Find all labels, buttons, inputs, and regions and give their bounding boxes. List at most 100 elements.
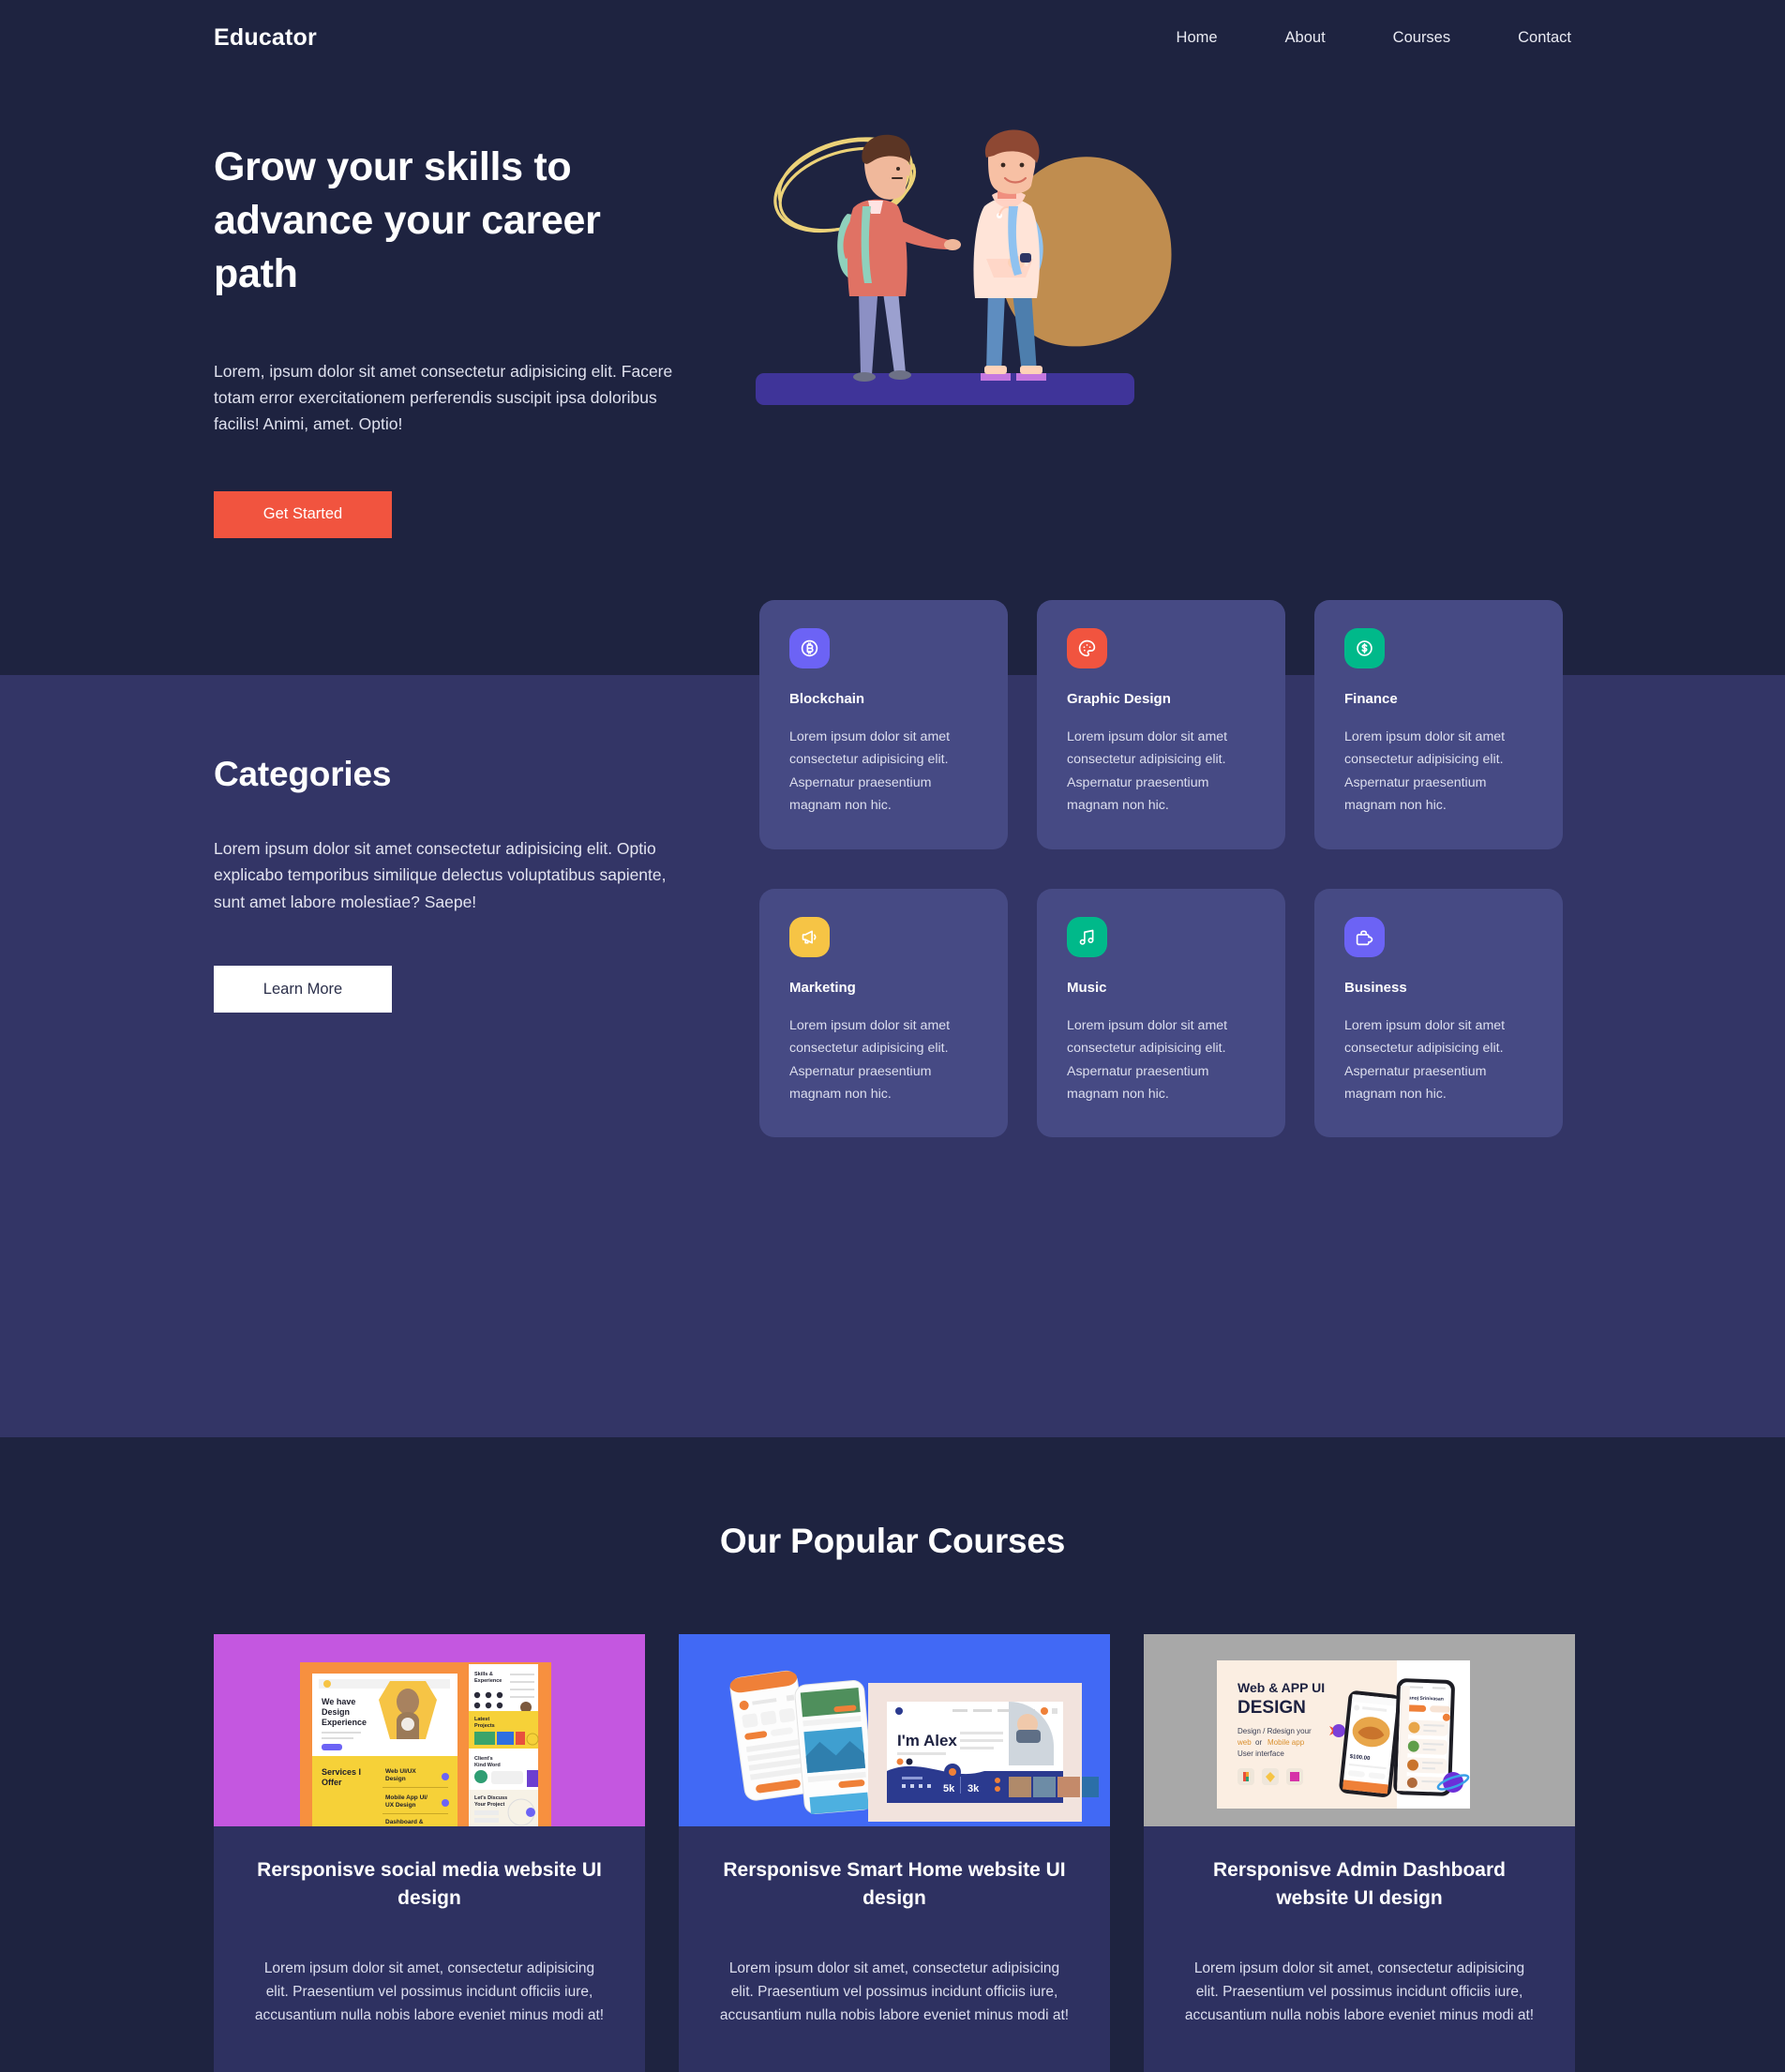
svg-text:Experience: Experience (474, 1678, 502, 1684)
mockup-sub1: Design / Rdesign your (1238, 1727, 1312, 1735)
brand-logo[interactable]: Educator (214, 24, 317, 52)
student-right (973, 129, 1046, 381)
category-title-1: Graphic Design (1067, 691, 1171, 707)
course-desc-0: Lorem ipsum dolor sit amet, consectetur … (254, 1959, 605, 2024)
mockup-panel3: Client's (474, 1756, 493, 1762)
category-card-business[interactable]: Business Lorem ipsum dolor sit amet cons… (1314, 888, 1563, 1138)
bitcoin-icon (801, 639, 818, 657)
admin-dashboard-thumb-art: Web & APP UI DESIGN Design / Rdesign you… (1217, 1660, 1470, 1809)
mockup-line1: Web & APP UI (1238, 1680, 1325, 1695)
popular-courses-section: Our Popular Courses We have Design Exper… (0, 1437, 1785, 2072)
course-title-0: Rersponisve social media website UI desi… (257, 1859, 602, 1910)
nav-item-courses[interactable]: Courses (1393, 29, 1450, 47)
category-desc-4: Lorem ipsum dolor sit amet consectetur a… (1067, 1017, 1228, 1102)
mockup-stat-1: 5k (943, 1783, 955, 1794)
admin-dashboard-ui-mockup: Web & APP UI DESIGN Design / Rdesign you… (1144, 1634, 1575, 1827)
mockup-panel4: Let's Discuss (474, 1795, 507, 1801)
hero-text-column: Grow your skills to advance your career … (214, 141, 739, 538)
mockup-panel1: Skills & (474, 1672, 493, 1677)
mockup-panel2: Latest (474, 1717, 489, 1722)
hero-heading: Grow your skills to advance your career … (214, 144, 601, 297)
megaphone-icon (802, 930, 817, 944)
nav-item-contact[interactable]: Contact (1518, 29, 1571, 47)
category-desc-2: Lorem ipsum dolor sit amet consectetur a… (1344, 729, 1506, 814)
category-icon-wrap-4 (1067, 916, 1107, 957)
course-title-1: Rersponisve Smart Home website UI design (723, 1859, 1066, 1910)
music-note-icon (1079, 929, 1094, 945)
nav-links: Home About Courses Contact (1177, 29, 1571, 47)
mockup-item2: Mobile App UI/ (385, 1794, 428, 1801)
svg-text:Projects: Projects (474, 1723, 495, 1729)
course-card-social-media[interactable]: We have Design Experience Services I Off… (214, 1634, 645, 2072)
courses-grid: We have Design Experience Services I Off… (0, 1634, 1785, 2072)
category-icon-wrap-3 (789, 916, 830, 957)
hero-paragraph: Lorem, ipsum dolor sit amet consectetur … (214, 361, 673, 434)
svg-text:UX Design: UX Design (385, 1802, 416, 1809)
top-navbar: Educator Home About Courses Contact (0, 0, 1785, 52)
svg-text:Offer: Offer (322, 1778, 342, 1787)
svg-text:or: or (1255, 1738, 1262, 1747)
category-title-2: Finance (1344, 691, 1398, 707)
category-icon-wrap-5 (1344, 916, 1385, 957)
category-icon-wrap-1 (1067, 628, 1107, 668)
categories-inner: Categories Lorem ipsum dolor sit amet co… (0, 600, 1785, 1138)
svg-text:Kind Word: Kind Word (474, 1763, 501, 1768)
courses-heading: Our Popular Courses (719, 1522, 1066, 1561)
category-desc-0: Lorem ipsum dolor sit amet consectetur a… (789, 729, 951, 814)
categories-section: Categories Lorem ipsum dolor sit amet co… (0, 600, 1785, 1438)
mockup-item3: Dashboard & (385, 1819, 424, 1825)
category-card-blockchain[interactable]: Blockchain Lorem ipsum dolor sit amet co… (759, 600, 1008, 849)
nav-item-about[interactable]: About (1285, 29, 1326, 47)
category-card-graphic-design[interactable]: Graphic Design Lorem ipsum dolor sit ame… (1037, 600, 1285, 849)
course-desc-1: Lorem ipsum dolor sit amet, consectetur … (719, 1959, 1070, 2024)
social-media-thumb-art: We have Design Experience Services I Off… (300, 1662, 551, 1827)
nav-item-home[interactable]: Home (1177, 29, 1218, 47)
category-title-0: Blockchain (789, 691, 865, 707)
briefcase-icon (1356, 930, 1373, 945)
svg-text:Design: Design (385, 1776, 406, 1782)
mockup-line2: DESIGN (1238, 1698, 1306, 1718)
category-title-5: Business (1344, 979, 1407, 996)
hero-illustration-column (739, 129, 1571, 469)
categories-paragraph: Lorem ipsum dolor sit amet consectetur a… (214, 839, 667, 911)
mockup-line1: We have (322, 1697, 355, 1706)
category-icon-wrap-0 (789, 628, 830, 668)
mockup-hero-text: I'm Alex (897, 1732, 957, 1749)
category-desc-3: Lorem ipsum dolor sit amet consectetur a… (789, 1017, 951, 1102)
mockup-services: Services I (322, 1767, 361, 1777)
smart-home-thumb-art: I'm Alex 5k 3k (729, 1670, 1099, 1823)
student-left (837, 134, 961, 382)
course-card-admin-dashboard[interactable]: Web & APP UI DESIGN Design / Rdesign you… (1144, 1634, 1575, 2072)
category-card-finance[interactable]: Finance Lorem ipsum dolor sit amet conse… (1314, 600, 1563, 849)
category-card-music[interactable]: Music Lorem ipsum dolor sit amet consect… (1037, 888, 1285, 1138)
category-title-4: Music (1067, 979, 1107, 996)
mockup-stat-2: 3k (968, 1783, 980, 1794)
categories-heading: Categories (214, 755, 392, 793)
learn-more-button[interactable]: Learn More (214, 966, 392, 1013)
category-card-marketing[interactable]: Marketing Lorem ipsum dolor sit amet con… (759, 888, 1008, 1138)
category-icon-wrap-2 (1344, 628, 1385, 668)
get-started-button[interactable]: Get Started (214, 490, 392, 538)
svg-text:Your Project: Your Project (474, 1802, 504, 1808)
course-card-smart-home[interactable]: I'm Alex 5k 3k Rersponisve Smart Home we… (679, 1634, 1110, 2072)
category-desc-1: Lorem ipsum dolor sit amet consectetur a… (1067, 729, 1228, 814)
two-students-illustration (756, 129, 1172, 405)
mockup-line3: Experience (322, 1718, 367, 1727)
category-desc-5: Lorem ipsum dolor sit amet consectetur a… (1344, 1017, 1506, 1102)
social-media-ui-mockup: We have Design Experience Services I Off… (214, 1634, 645, 1827)
category-title-3: Marketing (789, 979, 856, 996)
hero-body: Grow your skills to advance your career … (0, 129, 1785, 538)
palette-icon (1078, 639, 1096, 657)
categories-text-column: Categories Lorem ipsum dolor sit amet co… (214, 675, 673, 1013)
hero-section: Educator Home About Courses Contact Grow… (0, 0, 1785, 675)
categories-card-grid: Blockchain Lorem ipsum dolor sit amet co… (759, 600, 1563, 1138)
mockup-sub2a: web (1237, 1738, 1252, 1747)
smart-home-ui-mockup: I'm Alex 5k 3k (679, 1634, 1110, 1827)
course-title-2: Rersponisve Admin Dashboard website UI d… (1213, 1859, 1506, 1910)
dollar-coin-icon (1357, 640, 1372, 656)
mockup-sub2c: Mobile app (1268, 1738, 1305, 1747)
mockup-sub3: User interface (1238, 1749, 1284, 1758)
mockup-item1: Web UI/UX (385, 1768, 416, 1775)
page-root: Educator Home About Courses Contact Grow… (0, 0, 1785, 2072)
mockup-line2: Design (322, 1707, 350, 1717)
